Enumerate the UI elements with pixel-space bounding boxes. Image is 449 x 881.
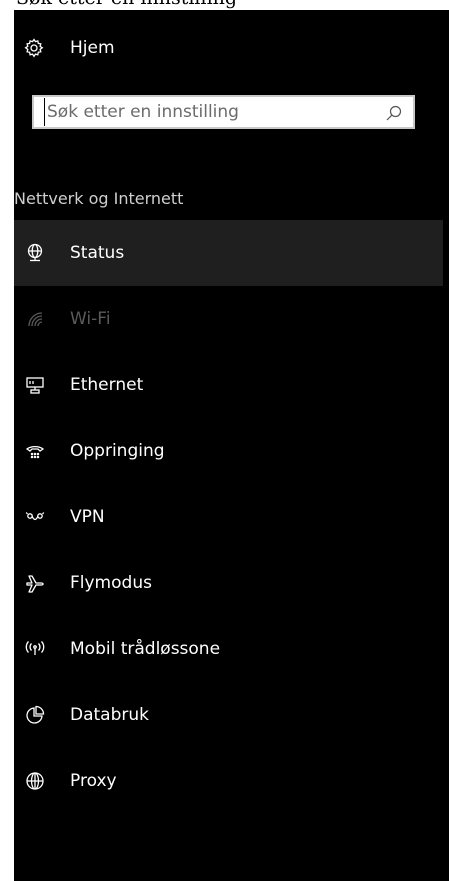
hotspot-icon bbox=[24, 638, 46, 660]
home-label: Hjem bbox=[70, 38, 115, 58]
nav-item-label: Proxy bbox=[70, 771, 117, 791]
nav-item-label: Wi-Fi bbox=[70, 309, 111, 329]
nav-item-label: Flymodus bbox=[70, 573, 152, 593]
data-usage-icon bbox=[24, 704, 46, 726]
nav-item-label: Ethernet bbox=[70, 375, 144, 395]
nav-item-vpn[interactable]: VPN bbox=[14, 484, 443, 550]
nav-item-airplane-mode[interactable]: Flymodus bbox=[14, 550, 443, 616]
home-button[interactable]: Hjem bbox=[14, 30, 443, 66]
top-edge-strip: Søk etter en innstilling bbox=[0, 0, 449, 10]
nav-item-label: VPN bbox=[70, 507, 105, 527]
globe-network-status-icon bbox=[24, 242, 46, 264]
gear-icon bbox=[24, 38, 44, 58]
left-edge-strip bbox=[0, 0, 14, 881]
cropped-header-text: Søk etter en innstilling bbox=[16, 0, 237, 9]
globe-icon bbox=[24, 770, 46, 792]
section-header: Nettverk og Internett bbox=[14, 189, 184, 208]
nav-item-dialup[interactable]: Oppringing bbox=[14, 418, 443, 484]
nav-item-label: Status bbox=[70, 243, 125, 263]
nav-list: Status Wi-Fi Ethernet Oppringing VPN Fly… bbox=[14, 220, 443, 814]
nav-item-data-usage[interactable]: Databruk bbox=[14, 682, 443, 748]
nav-item-ethernet[interactable]: Ethernet bbox=[14, 352, 443, 418]
nav-item-wifi[interactable]: Wi-Fi bbox=[14, 286, 443, 352]
search-input[interactable] bbox=[44, 98, 377, 126]
ethernet-icon bbox=[24, 374, 46, 396]
settings-nav-panel: Hjem Nettverk og Internett Status bbox=[14, 10, 449, 881]
nav-item-label: Databruk bbox=[70, 705, 149, 725]
nav-item-label: Mobil trådløssone bbox=[70, 639, 221, 659]
wifi-icon bbox=[24, 308, 46, 330]
vpn-icon bbox=[24, 506, 46, 528]
nav-item-status[interactable]: Status bbox=[14, 220, 443, 286]
dialup-icon bbox=[24, 440, 46, 462]
nav-item-proxy[interactable]: Proxy bbox=[14, 748, 443, 814]
nav-item-label: Oppringing bbox=[70, 441, 165, 461]
search-box[interactable] bbox=[32, 95, 415, 129]
search-icon[interactable] bbox=[385, 104, 403, 122]
nav-item-mobile-hotspot[interactable]: Mobil trådløssone bbox=[14, 616, 443, 682]
airplane-icon bbox=[24, 572, 46, 594]
